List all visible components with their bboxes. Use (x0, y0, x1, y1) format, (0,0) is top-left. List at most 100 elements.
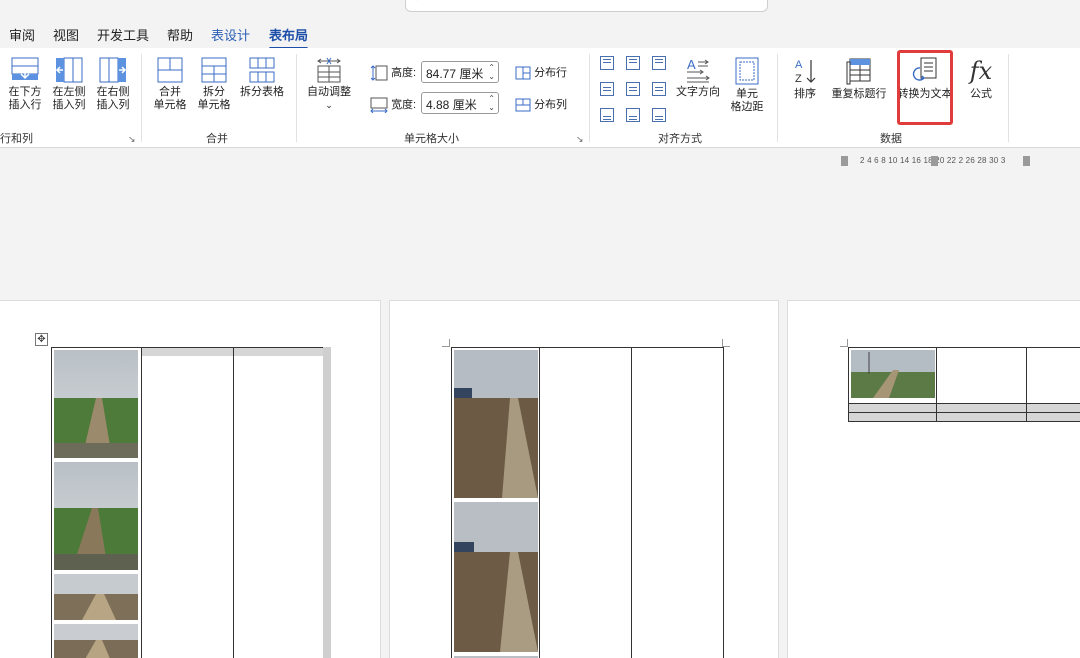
tab-table-layout[interactable]: 表布局 (269, 25, 309, 50)
group-separator (1008, 54, 1009, 142)
tab-review[interactable]: 审阅 (9, 25, 35, 44)
align-top-right-icon[interactable] (652, 56, 666, 70)
autofit-label: 自动调整 (307, 86, 351, 98)
align-bottom-right-icon[interactable] (652, 108, 666, 122)
distribute-rows-label: 分布行 (534, 67, 568, 79)
insert-right-label-2: 插入列 (96, 99, 130, 111)
row-height-icon (370, 65, 388, 81)
insert-right-button[interactable]: 在右侧 插入列 (92, 56, 134, 112)
cell-margins-button[interactable]: 单元 格边距 (727, 56, 767, 114)
cell-size-launcher-icon[interactable]: ↘ (576, 134, 584, 145)
column-selection-bar (323, 347, 331, 658)
insert-left-button[interactable]: 在左侧 插入列 (48, 56, 90, 112)
align-top-left-icon[interactable] (600, 56, 614, 70)
sort-button[interactable]: A Z 排序 (785, 56, 825, 101)
height-input[interactable]: 84.77 厘米 ⌃ ⌄ (421, 61, 499, 83)
align-bottom-left-icon[interactable] (600, 108, 614, 122)
width-value: 4.88 厘米 (426, 98, 477, 112)
split-cells-icon (201, 57, 227, 83)
tab-help[interactable]: 帮助 (167, 25, 193, 44)
split-table-label: 拆分表格 (240, 86, 284, 98)
ribbon-tabs: 审阅 视图 开发工具 帮助 表设计 表布局 (0, 20, 1080, 50)
align-top-center-icon[interactable] (626, 56, 640, 70)
horizontal-ruler: 2 4 6 8 10 14 16 18 20 22 2 26 28 30 3 (0, 150, 1080, 172)
rows-cols-launcher-icon[interactable]: ↘ (128, 134, 136, 145)
table-cell[interactable] (935, 347, 1028, 404)
repeat-header-button[interactable]: 重复标题行 (828, 56, 890, 101)
formula-button[interactable]: fx 公式 (962, 56, 1000, 101)
insert-left-label-1: 在左侧 (52, 86, 86, 98)
align-middle-right-icon[interactable] (652, 82, 666, 96)
width-row: 宽度: (370, 96, 417, 114)
table-cell[interactable] (631, 347, 724, 658)
tab-view[interactable]: 视图 (53, 25, 79, 44)
cell-selection-shading (142, 348, 233, 356)
autofit-icon (317, 57, 341, 83)
table-cell[interactable] (1026, 347, 1080, 404)
table-cell[interactable] (935, 412, 1028, 422)
repeat-header-rows-icon (846, 58, 871, 85)
insert-column-right-icon (99, 57, 127, 83)
group-label-merge: 合并 (206, 133, 228, 145)
merge-cells-label-1: 合并 (159, 86, 181, 98)
table-move-handle-icon[interactable]: ✥ (35, 333, 48, 346)
merge-cells-button[interactable]: 合并 单元格 (150, 56, 190, 112)
distribute-rows-button[interactable]: 分布行 (515, 64, 567, 80)
column-width-icon (370, 97, 388, 114)
text-direction-button[interactable]: A 文字方向 (673, 56, 723, 99)
split-cells-label-1: 拆分 (203, 86, 225, 98)
table-cell[interactable] (141, 347, 234, 658)
photo-cell[interactable] (451, 347, 540, 658)
page3-table (848, 347, 1080, 422)
merge-cells-label-2: 单元格 (153, 99, 187, 111)
align-middle-left-icon[interactable] (600, 82, 614, 96)
group-label-rows-cols: 行和列 (0, 133, 33, 145)
height-spin-arrows-icon[interactable]: ⌃ ⌄ (488, 63, 495, 81)
text-direction-label: 文字方向 (676, 86, 720, 98)
height-value: 84.77 厘米 (426, 67, 484, 81)
document-page-3 (787, 300, 1080, 658)
photo-cell[interactable] (848, 347, 937, 404)
ruler-margin-marker[interactable] (841, 156, 848, 166)
crop-mark (722, 339, 730, 347)
table-cell[interactable] (1026, 403, 1080, 413)
table-cell[interactable] (233, 347, 326, 658)
search-icon: ℐ (416, 0, 421, 3)
width-spin-arrows-icon[interactable]: ⌃ ⌄ (488, 94, 495, 112)
autofit-button[interactable]: 自动调整 ⌄ (302, 56, 356, 112)
table-cell[interactable] (848, 412, 937, 422)
table-cell[interactable] (1026, 412, 1080, 422)
page1-table (51, 347, 326, 658)
cell-margins-label-2: 格边距 (730, 101, 764, 113)
cell-selection-shading (234, 348, 325, 356)
group-label-alignment: 对齐方式 (658, 133, 702, 145)
split-cells-label-2: 单元格 (197, 99, 231, 111)
table-cell[interactable] (848, 403, 937, 413)
sort-label: 排序 (794, 88, 816, 100)
group-separator (141, 54, 142, 142)
distribute-columns-icon (515, 98, 531, 112)
table-cell[interactable] (539, 347, 632, 658)
insert-column-left-icon (55, 57, 83, 83)
insert-below-button[interactable]: 在下方 插入行 (4, 56, 46, 112)
ruler-column-marker[interactable] (1023, 156, 1030, 166)
width-input[interactable]: 4.88 厘米 ⌃ ⌄ (421, 92, 499, 114)
search-box[interactable]: ℐ (405, 0, 768, 12)
height-label: 高度: (391, 67, 417, 79)
table-cell[interactable] (935, 403, 1028, 413)
photo-cell[interactable] (51, 347, 142, 658)
split-table-button[interactable]: 拆分表格 (236, 56, 288, 99)
landscape-photo (851, 350, 935, 398)
ruler-column-marker[interactable] (931, 156, 938, 166)
sort-icon: A Z (795, 59, 816, 85)
split-cells-button[interactable]: 拆分 单元格 (194, 56, 234, 112)
landscape-photos (454, 350, 538, 658)
width-label: 宽度: (391, 99, 417, 111)
tab-table-design[interactable]: 表设计 (211, 25, 250, 44)
tab-developer[interactable]: 开发工具 (97, 25, 149, 44)
align-bottom-center-icon[interactable] (626, 108, 640, 122)
insert-row-below-icon (11, 57, 39, 80)
distribute-cols-button[interactable]: 分布列 (515, 96, 567, 112)
align-middle-center-icon[interactable] (626, 82, 640, 96)
page2-table (451, 347, 724, 658)
